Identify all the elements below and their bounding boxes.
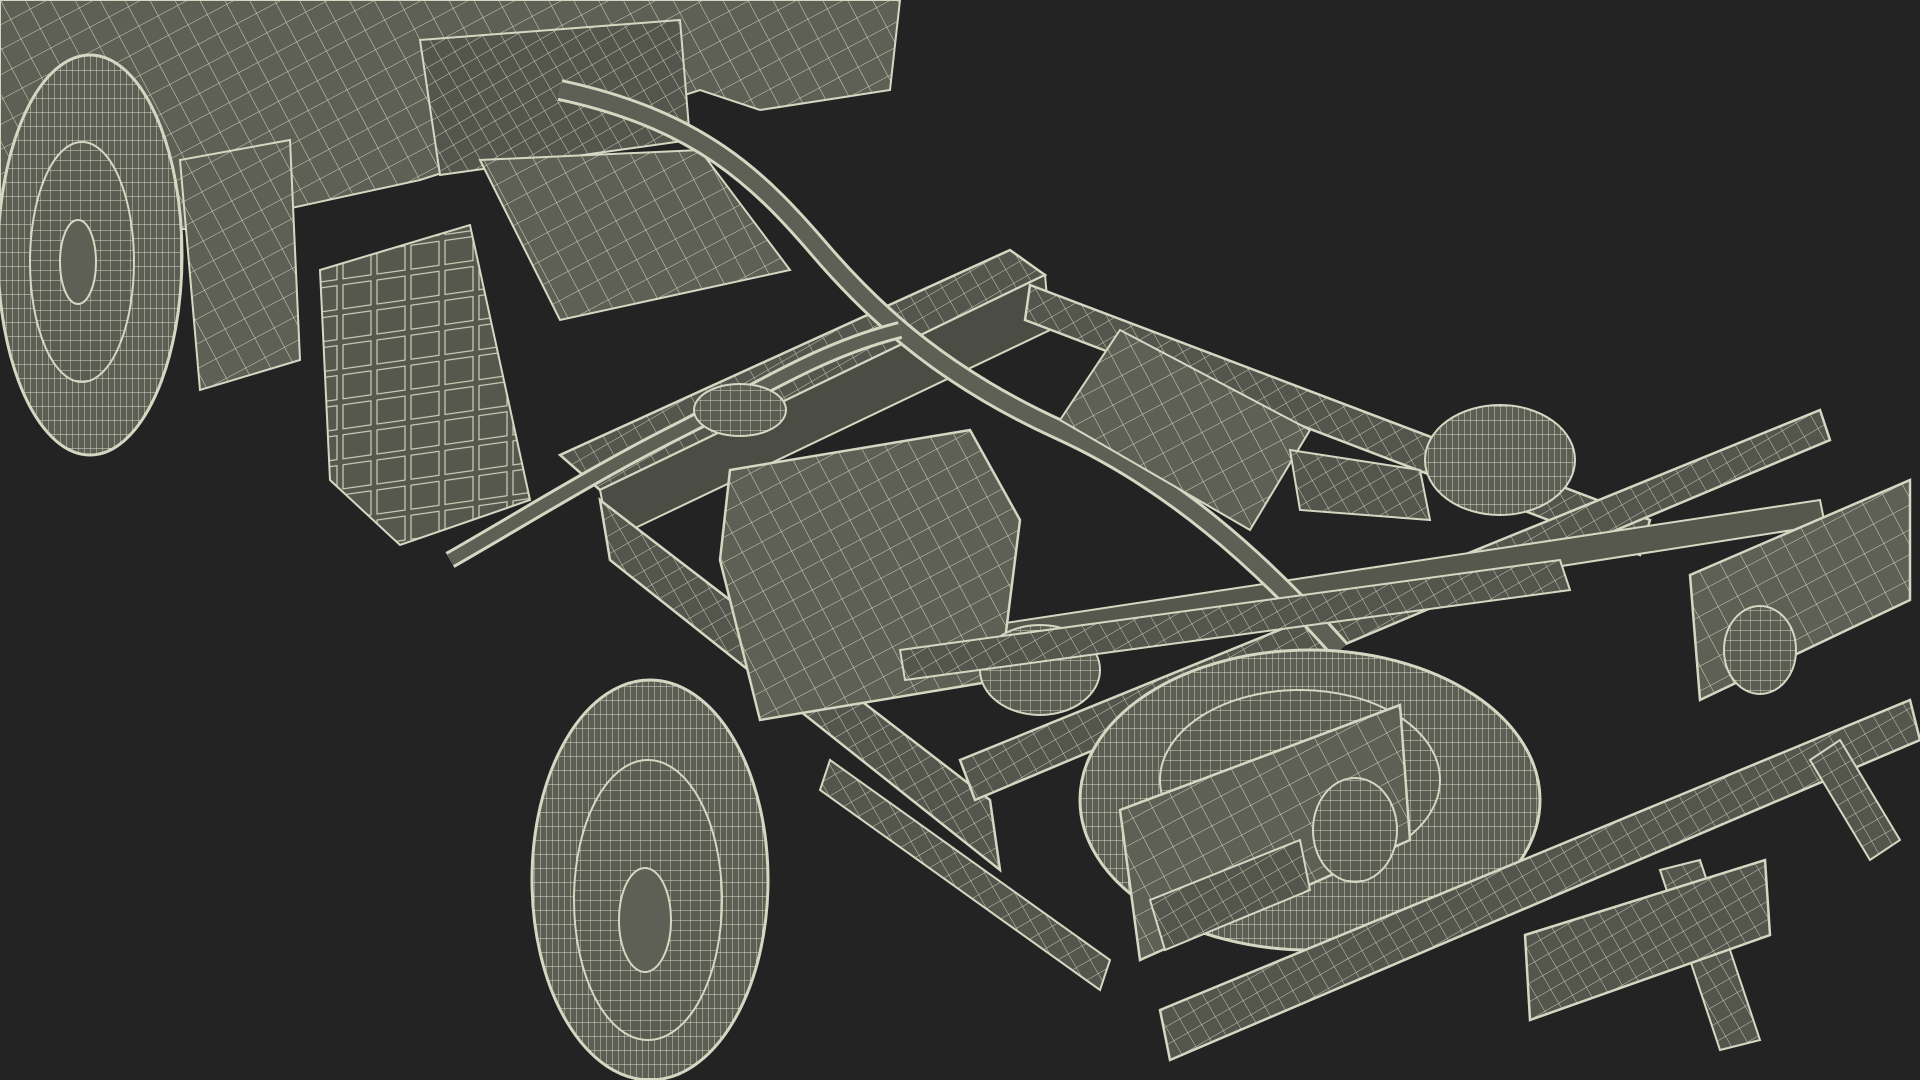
rear-right-wheel	[1424, 404, 1576, 516]
chassis-wireframe-render	[0, 0, 1920, 1080]
side-step-box	[318, 223, 532, 547]
rear-left-wheel	[530, 678, 770, 1080]
center-tank	[718, 428, 1022, 722]
round-filter	[693, 383, 787, 437]
render-viewport	[0, 0, 1920, 1080]
front-left-wheel	[0, 53, 184, 457]
